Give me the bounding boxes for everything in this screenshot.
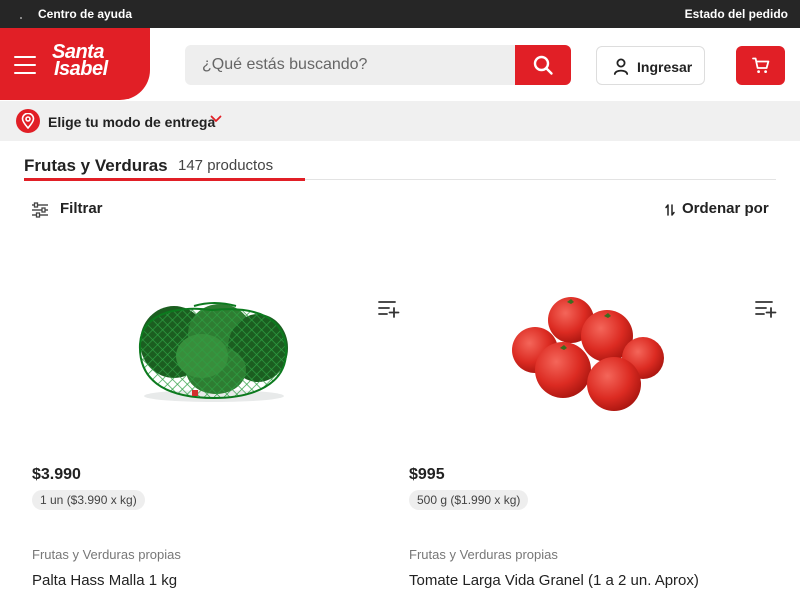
- sliders-icon: [32, 202, 48, 218]
- sort-label: Ordenar por: [682, 200, 769, 217]
- top-bar-dot: [20, 17, 22, 19]
- brand-logo[interactable]: Santa Isabel: [52, 42, 108, 80]
- product-name[interactable]: Tomate Larga Vida Granel (1 a 2 un. Apro…: [409, 572, 699, 589]
- login-button[interactable]: Ingresar: [596, 46, 705, 85]
- user-icon: [613, 58, 629, 75]
- location-pin-icon: [21, 113, 35, 129]
- product-name[interactable]: Palta Hass Malla 1 kg: [32, 572, 177, 589]
- product-price: $3.990: [32, 466, 81, 483]
- delivery-pin-badge: [16, 109, 40, 133]
- hamburger-icon[interactable]: [14, 56, 36, 74]
- main-header: Santa Isabel Ingresar: [0, 28, 800, 100]
- product-price: $995: [409, 466, 445, 483]
- product-image-avocado-bag[interactable]: [24, 260, 400, 450]
- delivery-mode-label: Elige tu modo de entrega: [48, 114, 216, 130]
- delivery-bar: Elige tu modo de entrega: [0, 101, 800, 141]
- login-label: Ingresar: [637, 59, 693, 75]
- help-center-link[interactable]: Centro de ayuda: [38, 7, 132, 21]
- cart-button[interactable]: [736, 46, 785, 85]
- search-bar: [185, 45, 571, 85]
- product-brand: Frutas y Verduras propias: [409, 547, 558, 562]
- search-icon: [533, 55, 553, 75]
- product-count: 147 productos: [178, 157, 274, 174]
- top-bar: Centro de ayuda Estado del pedido: [0, 0, 800, 28]
- filter-label: Filtrar: [60, 200, 103, 217]
- product-image-tomatoes[interactable]: [401, 260, 777, 450]
- category-heading: Frutas y Verduras 147 productos: [24, 156, 273, 176]
- category-title: Frutas y Verduras: [24, 156, 168, 175]
- product-unit-badge: 500 g ($1.990 x kg): [409, 490, 529, 510]
- product-brand: Frutas y Verduras propias: [32, 547, 181, 562]
- sort-arrows-icon: [665, 204, 675, 216]
- cart-icon: [752, 57, 770, 73]
- product-card[interactable]: $3.990 1 un ($3.990 x kg) Frutas y Verdu…: [24, 240, 400, 600]
- search-button[interactable]: [515, 45, 571, 85]
- product-card[interactable]: $995 500 g ($1.990 x kg) Frutas y Verdur…: [401, 240, 777, 600]
- brand-area: Santa Isabel: [0, 28, 150, 100]
- search-input[interactable]: [185, 45, 515, 85]
- category-underline: [24, 178, 305, 181]
- logo-line-2: Isabel: [54, 58, 108, 80]
- chevron-down-icon: [210, 115, 222, 122]
- product-unit-badge: 1 un ($3.990 x kg): [32, 490, 145, 510]
- order-status-link[interactable]: Estado del pedido: [685, 7, 788, 21]
